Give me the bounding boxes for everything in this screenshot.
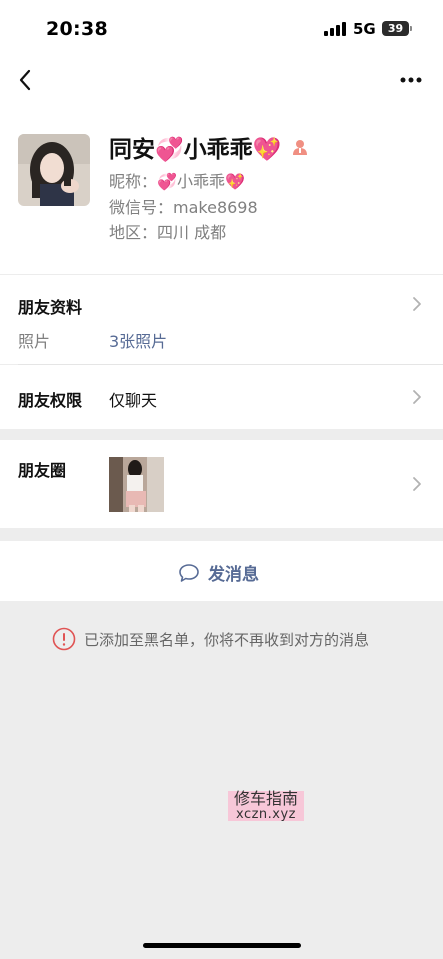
moments-thumbnail <box>109 457 164 512</box>
region-value: 四川 成都 <box>157 223 227 242</box>
wechat-id-line: 微信号：make8698 <box>109 194 258 218</box>
chevron-right-icon <box>413 390 421 404</box>
friend-info-title: 朋友资料 <box>18 298 83 317</box>
gender-icon <box>293 140 308 155</box>
wechat-id-value: make8698 <box>173 198 258 217</box>
nickname-line: 昵称：💞小乖乖💖 <box>109 168 245 192</box>
region-label: 地区： <box>109 223 158 242</box>
watermark-line1: 修车指南 <box>233 789 298 808</box>
home-indicator <box>143 943 301 948</box>
more-button[interactable] <box>396 66 426 94</box>
back-button[interactable] <box>14 66 42 94</box>
moments-title: 朋友圈 <box>18 461 67 480</box>
watermark: 修车指南 xczn.xyz <box>228 789 304 822</box>
status-time: 20:38 <box>46 18 108 40</box>
friend-info-section[interactable]: 朋友资料 照片 3张照片 <box>0 275 443 364</box>
signal-icon <box>324 22 346 36</box>
nickname-value: 💞小乖乖💖 <box>157 172 245 191</box>
friend-permissions-row[interactable]: 朋友权限 仅聊天 <box>0 365 443 429</box>
region-line: 地区：四川 成都 <box>109 219 226 243</box>
watermark-line2: xczn.xyz <box>235 806 297 822</box>
photos-count-link[interactable]: 3张照片 <box>109 328 167 352</box>
navigation-bar <box>0 58 443 102</box>
nickname-label: 昵称： <box>109 172 158 191</box>
photos-label: 照片 <box>18 332 51 351</box>
blacklist-notice: 已添加至黑名单，你将不再收到对方的消息 <box>52 627 369 651</box>
battery-icon: 39 <box>382 21 409 36</box>
battery-cap <box>410 26 412 31</box>
permissions-title: 朋友权限 <box>18 391 83 410</box>
avatar[interactable] <box>18 134 90 206</box>
blacklist-notice-text: 已添加至黑名单，你将不再收到对方的消息 <box>84 630 370 649</box>
warning-icon <box>52 627 76 651</box>
status-bar: 20:38 5G 39 <box>0 0 443 58</box>
chevron-right-icon <box>413 477 421 491</box>
more-icon <box>400 77 422 83</box>
send-message-label: 发消息 <box>208 565 259 585</box>
back-icon <box>19 69 31 91</box>
chat-bubble-icon <box>179 563 199 582</box>
display-name: 同安💞小乖乖💖 <box>109 137 282 163</box>
permissions-value: 仅聊天 <box>109 391 158 410</box>
profile-header: 同安💞小乖乖💖 昵称：💞小乖乖💖 微信号：make8698 地区：四川 成都 <box>0 102 443 274</box>
moments-row[interactable]: 朋友圈 <box>0 440 443 528</box>
name-row: 同安💞小乖乖💖 <box>109 130 309 164</box>
chevron-right-icon <box>413 297 421 311</box>
send-message-button[interactable]: 发消息 <box>0 541 443 601</box>
network-type: 5G <box>353 20 376 38</box>
wechat-id-label: 微信号： <box>109 198 174 217</box>
